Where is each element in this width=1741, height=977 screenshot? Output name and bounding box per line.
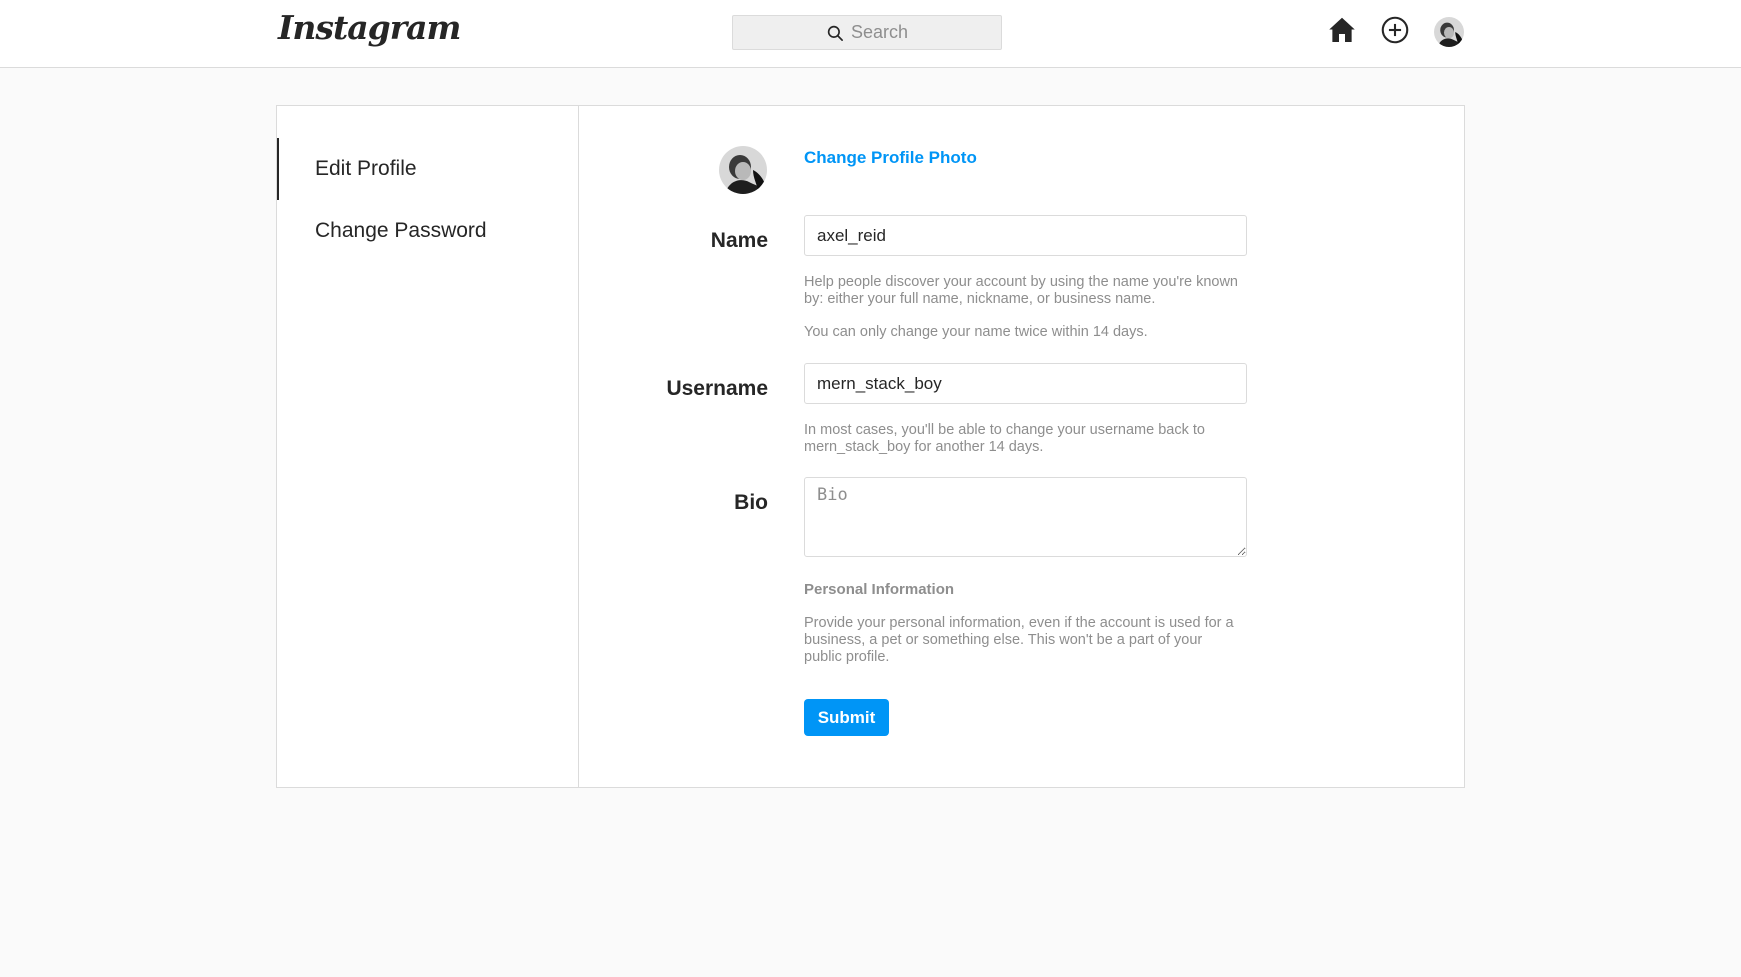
instagram-logo[interactable]: Instagram	[278, 8, 461, 47]
change-profile-photo-link[interactable]: Change Profile Photo	[804, 148, 977, 168]
sidebar-item-edit-profile[interactable]: Edit Profile	[277, 138, 578, 200]
sidebar-item-change-password[interactable]: Change Password	[277, 200, 578, 262]
home-icon[interactable]	[1326, 14, 1358, 46]
personal-information-heading: Personal Information	[804, 581, 955, 598]
bio-label: Bio	[734, 491, 768, 514]
name-change-limit-text: You can only change your name twice with…	[804, 324, 1148, 340]
edit-profile-form: Change Profile Photo Name Help people di…	[580, 106, 1464, 787]
top-navigation-bar: Instagram Search	[0, 0, 1741, 68]
name-input[interactable]	[804, 215, 1247, 256]
search-box[interactable]: Search	[732, 15, 1002, 50]
sidebar-item-label: Edit Profile	[315, 157, 417, 180]
profile-photo	[719, 146, 767, 194]
profile-avatar[interactable]	[1434, 17, 1464, 47]
name-help-text: Help people discover your account by usi…	[804, 274, 1238, 307]
username-help-text: In most cases, you'll be able to change …	[804, 422, 1205, 455]
personal-information-text: Provide your personal information, even …	[804, 615, 1234, 665]
settings-card: Edit Profile Change Password Change Prof…	[276, 105, 1465, 788]
username-label: Username	[666, 377, 768, 400]
settings-sidebar: Edit Profile Change Password	[277, 106, 579, 787]
new-post-icon[interactable]	[1379, 14, 1411, 46]
search-placeholder: Search	[850, 22, 909, 42]
username-input[interactable]	[804, 363, 1247, 404]
sidebar-item-label: Change Password	[315, 219, 487, 242]
bio-textarea[interactable]	[804, 477, 1247, 557]
name-label: Name	[710, 229, 768, 252]
search-icon	[827, 25, 843, 41]
submit-button[interactable]: Submit	[804, 699, 889, 736]
